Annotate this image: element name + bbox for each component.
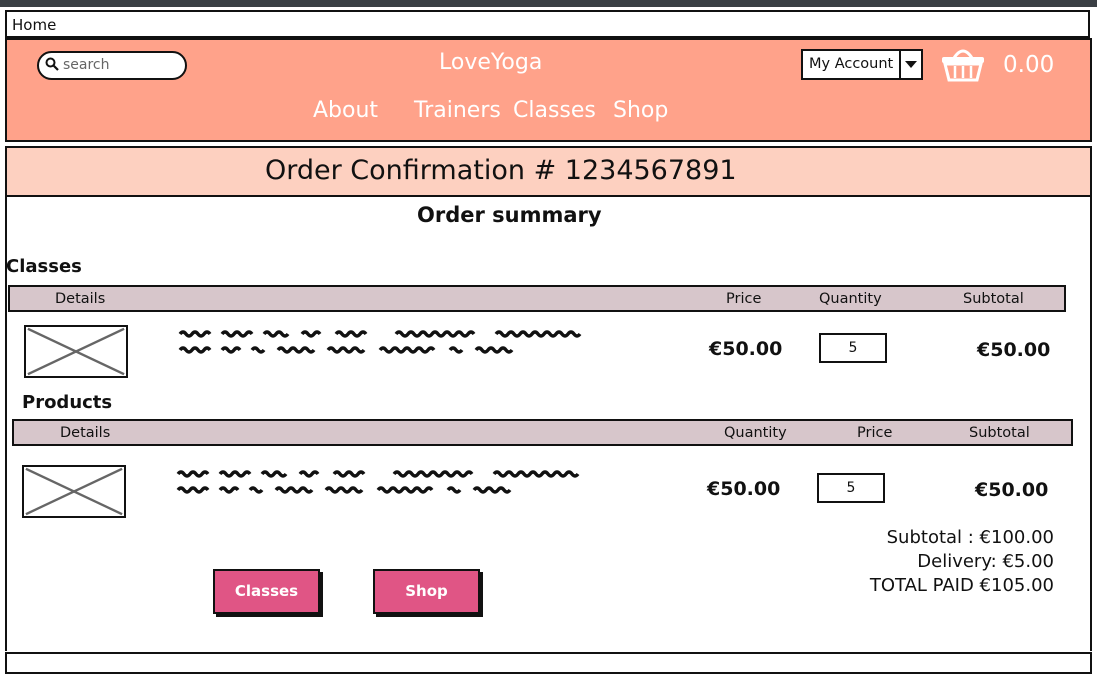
products-table-header: Details Quantity Price Subtotal (12, 419, 1073, 446)
nav-about[interactable]: About (313, 98, 378, 123)
window-top-strip (0, 0, 1097, 7)
breadcrumb: Home (5, 10, 1090, 38)
products-section-title: Products (22, 392, 113, 413)
order-confirmation-title: Order Confirmation # 1234567891 (265, 155, 737, 186)
class-subtotal: €50.00 (977, 339, 1051, 361)
image-placeholder-icon (22, 465, 126, 518)
classes-button[interactable]: Classes (213, 569, 320, 614)
site-footer (5, 652, 1092, 674)
caret-down-icon[interactable] (899, 51, 921, 78)
col-details: Details (55, 291, 106, 307)
my-account-dropdown[interactable]: My Account (801, 49, 923, 80)
breadcrumb-home[interactable]: Home (12, 16, 56, 34)
class-description-scribble (178, 330, 582, 354)
search-input[interactable] (63, 55, 173, 75)
order-confirmation-bar: Order Confirmation # 1234567891 (5, 146, 1092, 197)
page-frame: Home LoveYoga About Trainers Classes Sho… (0, 7, 1097, 685)
search-box[interactable] (37, 51, 187, 80)
product-quantity-field[interactable]: 5 (817, 473, 885, 503)
order-total-paid: TOTAL PAID €105.00 (869, 575, 1054, 596)
search-icon (45, 57, 59, 71)
product-description-scribble (176, 470, 580, 494)
col-price: Price (726, 291, 762, 307)
class-quantity-field[interactable]: 5 (819, 333, 887, 363)
col-quantity: Quantity (819, 291, 882, 307)
site-header: LoveYoga About Trainers Classes Shop My … (5, 38, 1092, 142)
brand-logo[interactable]: LoveYoga (439, 50, 542, 75)
nav-shop[interactable]: Shop (613, 98, 668, 123)
col-subtotal: Subtotal (969, 425, 1030, 441)
class-price: €50.00 (709, 338, 783, 360)
my-account-label: My Account (809, 56, 894, 72)
col-details: Details (60, 425, 111, 441)
image-placeholder-icon (24, 325, 128, 378)
col-price: Price (857, 425, 893, 441)
classes-table-header: Details Price Quantity Subtotal (8, 285, 1066, 312)
shop-button[interactable]: Shop (373, 569, 480, 614)
nav-classes[interactable]: Classes (513, 98, 596, 123)
basket-icon[interactable] (941, 44, 985, 82)
cart-total: 0.00 (1003, 52, 1055, 78)
order-subtotal: Subtotal : €100.00 (886, 527, 1054, 548)
col-quantity: Quantity (724, 425, 787, 441)
col-subtotal: Subtotal (963, 291, 1024, 307)
product-subtotal: €50.00 (975, 479, 1049, 501)
nav-trainers[interactable]: Trainers (414, 98, 501, 123)
product-price: €50.00 (707, 478, 781, 500)
order-summary-title: Order summary (417, 203, 602, 227)
classes-section-title: Classes (6, 256, 82, 277)
order-delivery: Delivery: €5.00 (917, 551, 1054, 572)
